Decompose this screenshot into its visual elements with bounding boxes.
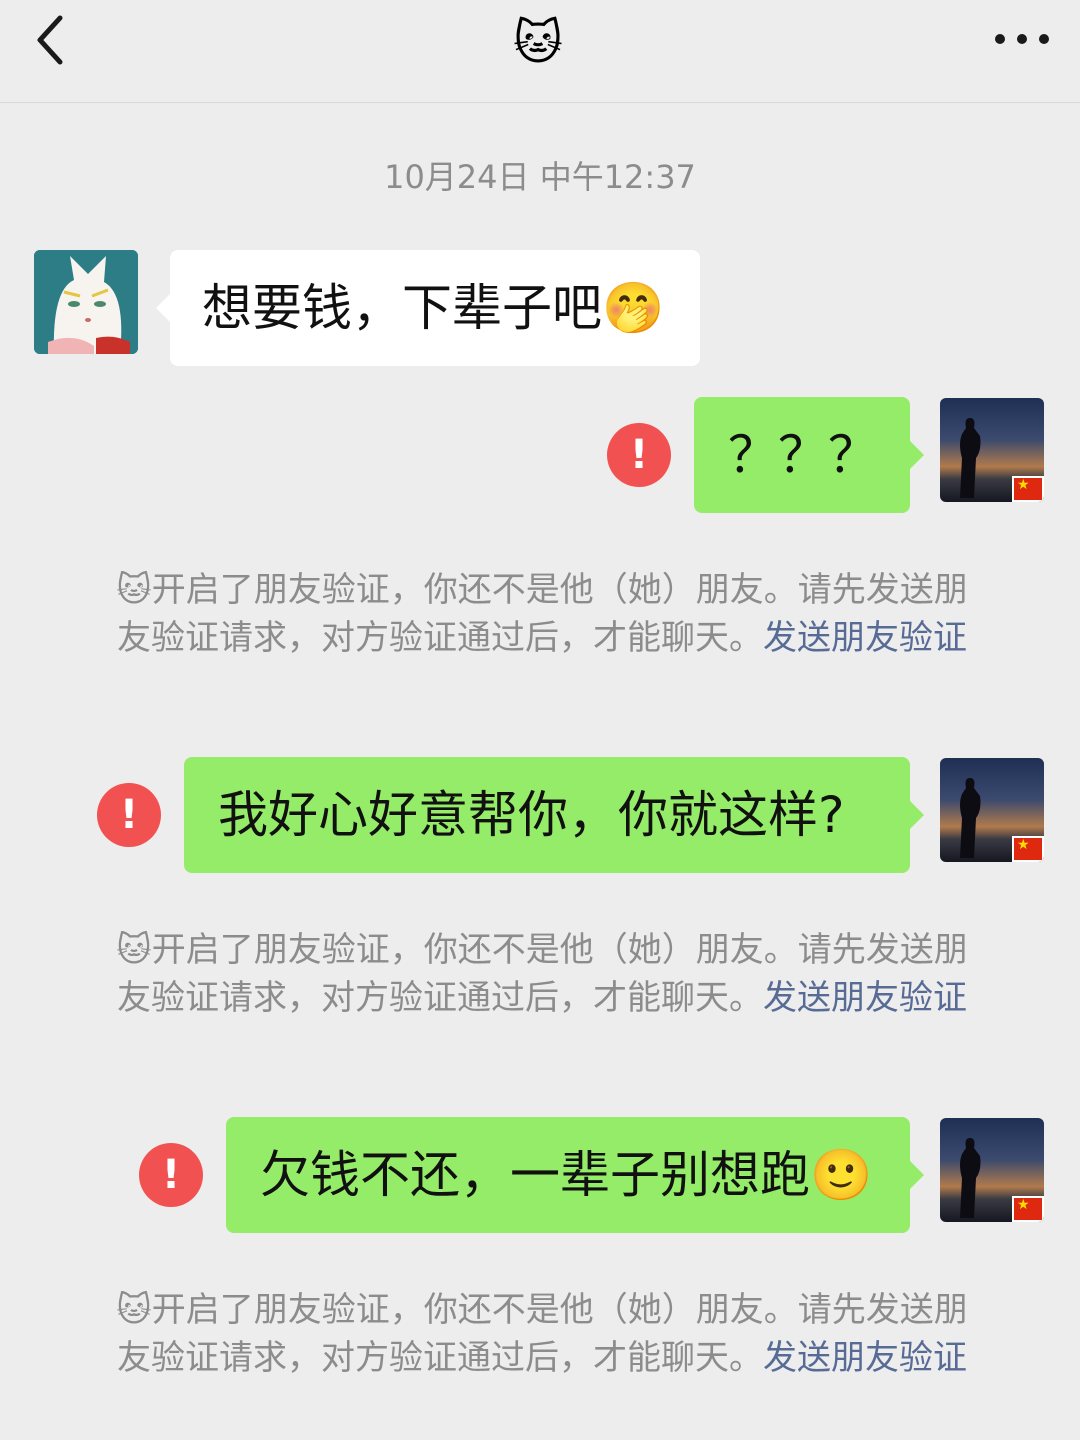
china-flag-icon: ★ [1012, 476, 1044, 502]
my-avatar[interactable]: ★ [940, 398, 1044, 502]
send-verification-link[interactable]: 发送朋友验证 [763, 978, 967, 1018]
china-flag-icon: ★ [1012, 836, 1044, 862]
more-dots-icon [995, 34, 1049, 44]
china-flag-icon: ★ [1012, 1196, 1044, 1222]
friend-verification-notice: 🐱开启了朋友验证，你还不是他（她）朋友。请先发送朋友验证请求，对方验证通过后，才… [106, 926, 978, 1022]
sent-message-bubble[interactable]: ？？？ [694, 397, 924, 513]
send-verification-link[interactable]: 发送朋友验证 [763, 1338, 967, 1378]
back-chevron-icon [37, 15, 63, 65]
send-failed-icon[interactable]: ! [607, 423, 671, 487]
my-avatar[interactable]: ★ [940, 758, 1044, 862]
message-timestamp: 10月24日 中午12:37 [384, 158, 696, 196]
send-failed-icon[interactable]: ! [139, 1143, 203, 1207]
send-failed-icon[interactable]: ! [97, 783, 161, 847]
chat-title: 🐱 [512, 15, 564, 71]
friend-verification-notice: 🐱开启了朋友验证，你还不是他（她）朋友。请先发送朋友验证请求，对方验证通过后，才… [106, 566, 978, 662]
cat-avatar-image [34, 250, 138, 354]
received-message-bubble[interactable]: 想要钱，下辈子吧🤭 [156, 250, 700, 366]
more-button[interactable] [992, 24, 1052, 54]
send-verification-link[interactable]: 发送朋友验证 [763, 618, 967, 658]
sent-message-bubble[interactable]: 欠钱不还，一辈子别想跑🙂 [226, 1117, 924, 1233]
contact-avatar[interactable] [34, 250, 138, 354]
chat-header: 🐱 [0, 0, 1080, 103]
friend-verification-notice: 🐱开启了朋友验证，你还不是他（她）朋友。请先发送朋友验证请求，对方验证通过后，才… [106, 1286, 978, 1382]
my-avatar[interactable]: ★ [940, 1118, 1044, 1222]
back-button[interactable] [30, 10, 80, 70]
sent-message-bubble[interactable]: 我好心好意帮你，你就这样? [184, 757, 924, 873]
